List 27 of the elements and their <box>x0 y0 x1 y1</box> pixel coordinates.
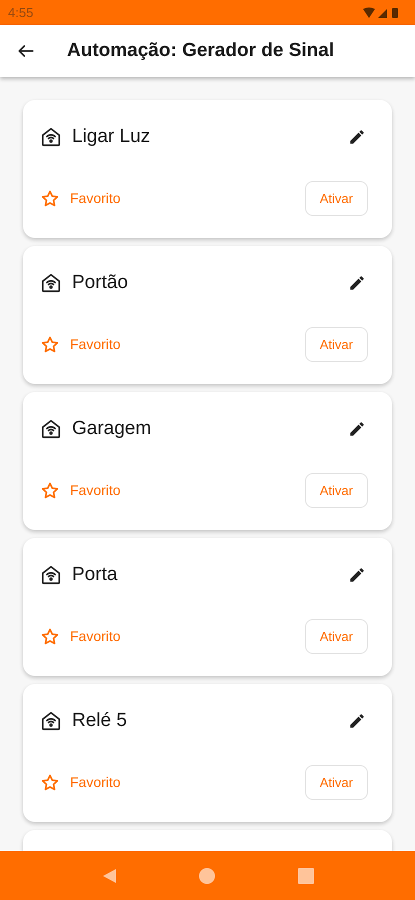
favorite-button[interactable]: Favorito <box>40 188 121 209</box>
automation-name: Relé 5 <box>72 709 127 733</box>
activate-button[interactable]: Ativar <box>304 765 368 800</box>
automation-name: Porta <box>72 563 118 587</box>
automation-name: Ligar Luz <box>72 125 150 149</box>
pencil-icon <box>348 566 366 584</box>
automation-name: Portão <box>72 271 128 295</box>
home-wifi-icon <box>40 418 62 440</box>
activate-button[interactable]: Ativar <box>304 327 368 362</box>
status-time: 4:55 <box>8 4 34 22</box>
favorite-button[interactable]: Favorito <box>40 772 121 793</box>
home-wifi-icon <box>40 126 62 148</box>
home-wifi-icon <box>40 564 62 586</box>
pencil-icon <box>348 712 366 730</box>
pencil-icon <box>348 128 366 146</box>
screen-title: Automação: Gerador de Sinal <box>67 38 334 63</box>
favorite-button[interactable]: Favorito <box>40 480 121 501</box>
activate-button[interactable]: Ativar <box>304 473 368 508</box>
home-wifi-icon <box>40 710 62 732</box>
favorite-button[interactable]: Favorito <box>40 626 121 647</box>
automation-name: Garagem <box>72 417 152 441</box>
pencil-icon <box>348 420 366 438</box>
home-wifi-icon <box>40 272 62 294</box>
activate-button[interactable]: Ativar <box>304 181 368 216</box>
favorite-button[interactable]: Favorito <box>40 334 121 355</box>
activate-button[interactable]: Ativar <box>304 619 368 654</box>
pencil-icon <box>348 274 366 292</box>
